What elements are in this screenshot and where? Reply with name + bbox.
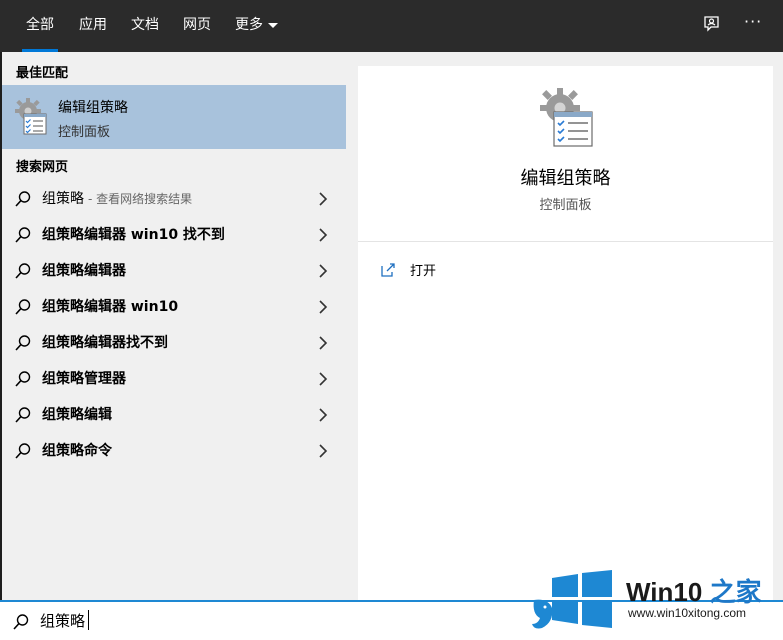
tab-web-label: 网页 [183,17,211,33]
web-result-item[interactable]: 组策略编辑器 win10 [2,289,346,325]
preview-panel: 编辑组策略 控制面板 打开 [358,66,773,600]
web-result-query: 组策略管理器 [42,371,126,387]
web-result-query: 组策略编辑器找不到 [42,335,168,351]
more-options-icon[interactable]: ··· [744,12,766,34]
web-result-query: 组策略命令 [42,443,112,459]
feedback-icon[interactable] [701,14,723,36]
search-icon [13,614,29,630]
chevron-right-icon [319,336,328,350]
divider [358,241,773,242]
tab-documents[interactable]: 文档 [131,0,159,52]
chevron-down-icon [268,22,278,28]
text-cursor [88,610,89,630]
web-result-item[interactable]: 组策略编辑器找不到 [2,325,346,361]
web-result-text: 组策略编辑器 [42,253,126,289]
search-icon [15,191,31,207]
search-icon [15,263,31,279]
tab-all-label: 全部 [26,17,54,33]
web-result-item[interactable]: 组策略编辑器 [2,253,346,289]
web-result-text: 组策略编辑器 win10 找不到 [42,217,225,253]
best-match-label: 最佳匹配 [16,66,69,81]
open-icon [381,263,395,277]
tab-more[interactable]: 更多 [235,0,278,52]
tab-documents-label: 文档 [131,17,159,33]
web-result-item[interactable]: 组策略编辑器 win10 找不到 [2,217,346,253]
web-result-item[interactable]: 组策略编辑 [2,397,346,433]
web-result-query: 组策略编辑器 win10 找不到 [42,227,225,243]
results-panel: 最佳匹配 编辑组策略 控制面板 搜索网页 组策略 - 查看网络搜索结果 组策略编… [0,52,346,600]
watermark: Win10 之家 www.win10xitong.com [530,566,783,640]
tab-apps[interactable]: 应用 [79,0,107,52]
web-result-text: 组策略编辑 [42,397,112,433]
windows-logo-icon [552,570,612,628]
tab-apps-label: 应用 [79,17,107,33]
tab-web[interactable]: 网页 [183,0,211,52]
search-icon [15,443,31,459]
web-result-query: 组策略 [42,191,84,207]
web-result-text: 组策略编辑器 win10 [42,289,178,325]
watermark-title-prefix: Win10 [626,577,703,607]
chevron-right-icon [319,408,328,422]
web-result-query: 组策略编辑器 [42,263,126,279]
chevron-right-icon [319,300,328,314]
search-icon [15,407,31,423]
group-policy-icon [540,88,593,147]
best-match-title: 编辑组策略 [58,100,128,116]
chevron-right-icon [319,228,328,242]
web-result-text: 组策略编辑器找不到 [42,325,168,361]
search-icon [15,335,31,351]
preview-subtitle: 控制面板 [539,198,592,213]
web-result-item[interactable]: 组策略命令 [2,433,346,469]
web-result-query: 组策略编辑器 win10 [42,299,179,315]
web-result-text: 组策略命令 [42,433,112,469]
search-icon [15,227,31,243]
group-policy-icon [15,98,47,135]
chevron-right-icon [319,444,328,458]
preview-title: 编辑组策略 [520,168,611,189]
best-match-subtitle: 控制面板 [58,125,111,140]
watermark-url: www.win10xitong.com [628,606,747,620]
web-result-item[interactable]: 组策略 - 查看网络搜索结果 [2,181,346,217]
search-icon [15,299,31,315]
web-result-hint: - 查看网络搜索结果 [88,192,193,206]
web-result-query: 组策略编辑 [42,407,112,423]
web-search-label: 搜索网页 [16,160,69,175]
web-result-item[interactable]: 组策略管理器 [2,361,346,397]
web-result-text: 组策略管理器 [42,361,126,397]
search-icon [15,371,31,387]
chevron-right-icon [319,264,328,278]
watermark-title: Win10 之家 [626,572,762,609]
open-action-label: 打开 [410,264,437,279]
tab-more-label: 更多 [235,17,263,33]
chevron-right-icon [319,192,328,206]
top-tab-bar: 全部 应用 文档 网页 更多 ··· [0,0,783,52]
watermark-title-suffix: 之家 [702,577,762,607]
search-input[interactable]: 组策略 [40,610,85,631]
web-result-text: 组策略 - 查看网络搜索结果 [42,181,192,217]
more-options-glyph: ··· [744,12,763,31]
best-match-item[interactable]: 编辑组策略 控制面板 [2,85,346,149]
chevron-right-icon [319,372,328,386]
tab-all[interactable]: 全部 [22,0,58,52]
